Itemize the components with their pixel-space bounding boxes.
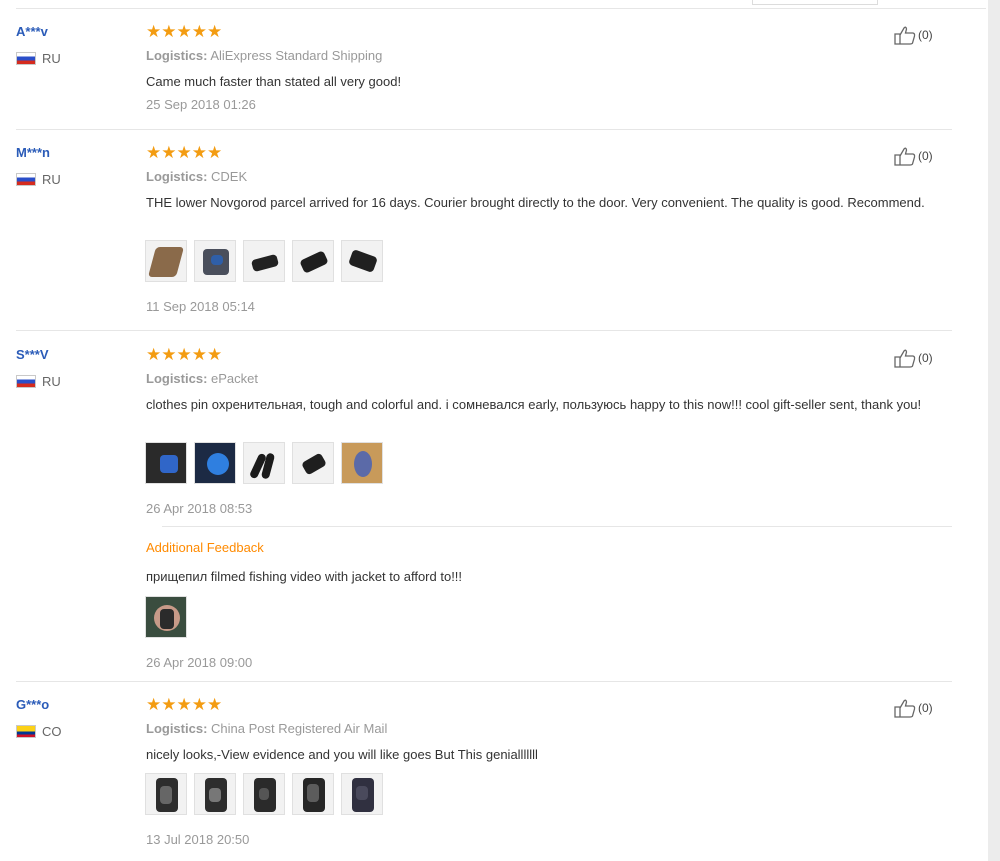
colombia-flag-icon — [16, 725, 36, 738]
like-count: (0) — [918, 149, 933, 163]
logistics-label: Logistics: — [146, 48, 208, 63]
review-photos — [145, 442, 383, 484]
review-user-country: CO — [16, 724, 62, 739]
rating-stars: ★★★★★ — [146, 695, 223, 714]
country-code: RU — [42, 51, 61, 66]
additional-photos — [145, 596, 187, 638]
logistics-info: Logistics: AliExpress Standard Shipping — [146, 48, 382, 63]
thumbs-up-icon — [894, 147, 916, 166]
additional-divider — [162, 526, 952, 527]
review-text: nicely looks,-View evidence and you will… — [146, 747, 538, 762]
logistics-label: Logistics: — [146, 169, 208, 184]
review-user-name[interactable]: A***v — [16, 24, 48, 39]
review-photo[interactable] — [243, 240, 285, 282]
review-user-name[interactable]: M***n — [16, 145, 50, 160]
country-code: RU — [42, 172, 61, 187]
country-code: RU — [42, 374, 61, 389]
thumbs-up-icon — [894, 699, 916, 718]
logistics-method: CDEK — [211, 169, 248, 184]
review-date: 25 Sep 2018 01:26 — [146, 97, 256, 112]
russia-flag-icon — [16, 375, 36, 388]
review-photo[interactable] — [145, 442, 187, 484]
additional-feedback-title: Additional Feedback — [146, 540, 264, 555]
top-divider — [16, 8, 986, 9]
review-date: 26 Apr 2018 08:53 — [146, 501, 253, 516]
sort-dropdown[interactable] — [752, 0, 878, 5]
logistics-method: AliExpress Standard Shipping — [210, 48, 383, 63]
review-divider — [16, 681, 952, 682]
logistics-label: Logistics: — [146, 721, 208, 736]
logistics-info: Logistics: CDEK — [146, 169, 247, 184]
logistics-label: Logistics: — [146, 371, 208, 386]
country-code: CO — [42, 724, 62, 739]
review-user-name[interactable]: S***V — [16, 347, 49, 362]
review-photo[interactable] — [341, 442, 383, 484]
like-count: (0) — [918, 701, 933, 715]
review-photo[interactable] — [145, 596, 187, 638]
review-divider — [16, 129, 952, 130]
review-photo[interactable] — [145, 773, 187, 815]
review-photo[interactable] — [243, 442, 285, 484]
review-text: Came much faster than stated all very go… — [146, 74, 402, 89]
review-user-name[interactable]: G***o — [16, 697, 49, 712]
scrollbar-track[interactable] — [988, 0, 1000, 861]
review-date: 13 Jul 2018 20:50 — [146, 832, 250, 847]
logistics-info: Logistics: China Post Registered Air Mai… — [146, 721, 387, 736]
review-user-country: RU — [16, 51, 61, 66]
review-photo[interactable] — [194, 773, 236, 815]
review-text: clothes pin охренительная, tough and col… — [146, 397, 922, 412]
review-divider — [16, 330, 952, 331]
russia-flag-icon — [16, 173, 36, 186]
logistics-method: China Post Registered Air Mail — [211, 721, 388, 736]
like-button[interactable]: (0) — [894, 348, 933, 368]
review-photo[interactable] — [292, 773, 334, 815]
rating-stars: ★★★★★ — [146, 143, 223, 162]
logistics-info: Logistics: ePacket — [146, 371, 258, 386]
logistics-method: ePacket — [211, 371, 259, 386]
review-photo[interactable] — [243, 773, 285, 815]
review-user-country: RU — [16, 374, 61, 389]
review-photo[interactable] — [341, 240, 383, 282]
review-photo[interactable] — [292, 442, 334, 484]
review-photos — [145, 773, 383, 815]
review-date: 11 Sep 2018 05:14 — [146, 299, 255, 314]
like-button[interactable]: (0) — [894, 25, 933, 45]
additional-feedback-text: прищепил filmed fishing video with jacke… — [146, 569, 463, 584]
additional-feedback-date: 26 Apr 2018 09:00 — [146, 655, 253, 670]
like-button[interactable]: (0) — [894, 146, 933, 166]
review-photo[interactable] — [194, 240, 236, 282]
like-button[interactable]: (0) — [894, 698, 933, 718]
review-photo[interactable] — [292, 240, 334, 282]
rating-stars: ★★★★★ — [146, 345, 223, 364]
like-count: (0) — [918, 351, 933, 365]
review-photos — [145, 240, 383, 282]
rating-stars: ★★★★★ — [146, 22, 223, 41]
review-photo[interactable] — [145, 240, 187, 282]
thumbs-up-icon — [894, 26, 916, 45]
like-count: (0) — [918, 28, 933, 42]
thumbs-up-icon — [894, 349, 916, 368]
review-photo[interactable] — [341, 773, 383, 815]
russia-flag-icon — [16, 52, 36, 65]
review-user-country: RU — [16, 172, 61, 187]
review-text: THE lower Novgorod parcel arrived for 16… — [146, 195, 925, 210]
review-photo[interactable] — [194, 442, 236, 484]
